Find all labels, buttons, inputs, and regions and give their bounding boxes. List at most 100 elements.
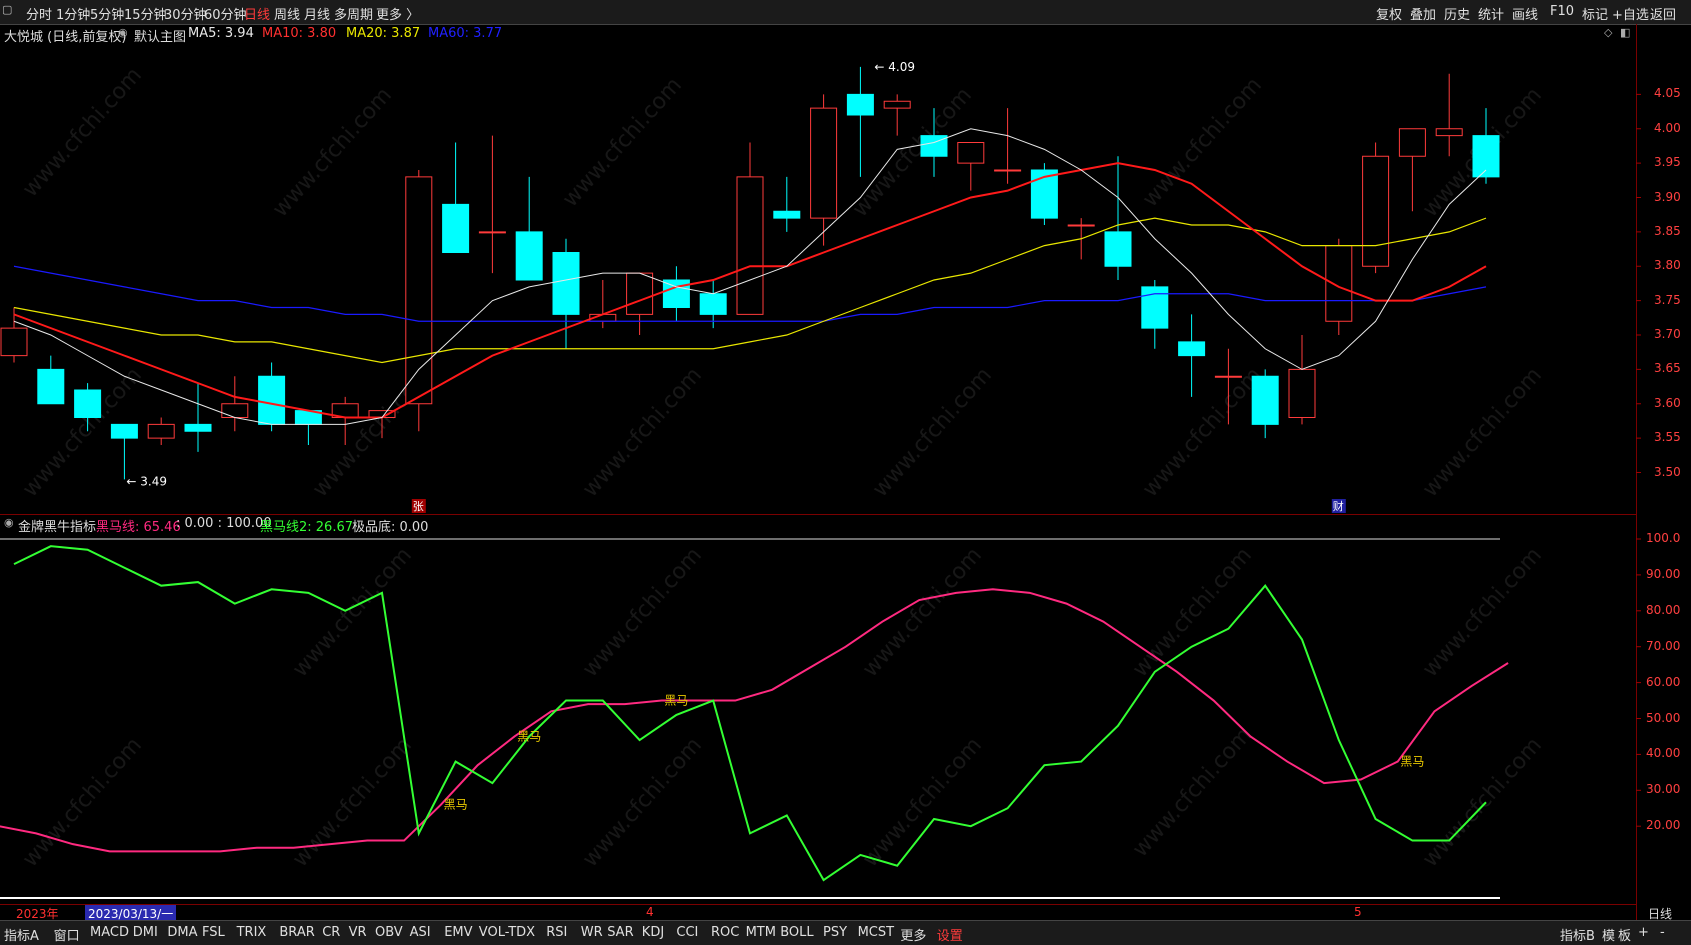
candle[interactable] xyxy=(1288,335,1316,425)
indicator-tab[interactable]: EMV xyxy=(444,925,472,940)
candle[interactable] xyxy=(147,417,175,446)
candle[interactable] xyxy=(515,176,543,281)
candle[interactable] xyxy=(74,383,102,432)
indicator-tab[interactable]: CCI xyxy=(676,925,698,940)
chart-canvas[interactable]: 黑马黑马黑马黑马← 4.09← 3.49张财 xyxy=(0,0,1691,944)
candle-body xyxy=(994,169,1022,172)
indicator-tab[interactable]: 窗口 xyxy=(54,925,80,944)
candle-body xyxy=(1288,368,1316,418)
indicator-tab[interactable]: SAR xyxy=(607,925,633,940)
indicator-tab[interactable]: OBV xyxy=(375,925,403,940)
ind-tick-label: 40.00 xyxy=(1646,746,1681,761)
indicator-tab[interactable]: BRAR xyxy=(279,925,314,940)
candle-body xyxy=(1141,286,1169,329)
candle[interactable] xyxy=(1472,108,1500,184)
indicator-tab[interactable]: MTM xyxy=(746,925,776,940)
candle-body xyxy=(184,423,212,432)
candle-body xyxy=(1362,155,1390,267)
candle[interactable] xyxy=(221,376,249,432)
price-tick-label: 3.90 xyxy=(1654,189,1681,204)
indicator-tab[interactable]: VR xyxy=(349,925,367,940)
candle[interactable] xyxy=(1398,128,1426,212)
template-button[interactable]: 指标B xyxy=(1560,925,1595,944)
candle-body xyxy=(147,423,175,439)
candle-body xyxy=(1067,224,1095,227)
price-tick-label: 3.95 xyxy=(1654,155,1681,170)
candle[interactable] xyxy=(37,355,65,405)
candle-body xyxy=(74,389,102,418)
candle[interactable] xyxy=(478,135,506,274)
signal-label: 黑马 xyxy=(1400,755,1424,769)
indicator-tab[interactable]: DMI xyxy=(133,925,158,940)
candle-body xyxy=(1214,375,1242,378)
ind-tick-label: 50.00 xyxy=(1646,710,1681,725)
price-tick-label: 3.80 xyxy=(1654,258,1681,273)
indicator-tab[interactable]: WR xyxy=(581,925,603,940)
indicator-tab[interactable]: RSI xyxy=(546,925,567,940)
indicator-tab[interactable]: ASI xyxy=(410,925,431,940)
candle[interactable] xyxy=(1141,280,1169,349)
candle[interactable] xyxy=(883,94,911,136)
candle[interactable] xyxy=(1362,142,1390,274)
candle[interactable] xyxy=(1435,73,1463,157)
candle-body xyxy=(1472,135,1500,178)
indicator-tab[interactable]: MACD xyxy=(90,925,129,940)
indicator-tab[interactable]: 设置 xyxy=(937,925,963,944)
candle[interactable] xyxy=(736,142,764,315)
candle[interactable] xyxy=(294,410,322,445)
ind-tick-label: 30.00 xyxy=(1646,782,1681,797)
candle[interactable] xyxy=(0,307,28,363)
candle[interactable] xyxy=(1178,314,1206,397)
candle[interactable] xyxy=(258,362,286,432)
indicator-tab[interactable]: MCST xyxy=(858,925,895,940)
price-tick-label: 3.55 xyxy=(1654,430,1681,445)
ind-tick-label: 60.00 xyxy=(1646,674,1681,689)
candle[interactable] xyxy=(662,266,690,322)
indicator-tab[interactable]: 更多 xyxy=(900,925,926,944)
template-button[interactable]: 板 xyxy=(1618,925,1631,944)
candle-body xyxy=(1435,128,1463,137)
price-tick-label: 3.60 xyxy=(1654,395,1681,410)
candle[interactable] xyxy=(442,142,470,253)
candle[interactable] xyxy=(368,410,396,439)
month-5-label: 5 xyxy=(1354,905,1362,919)
price-tick-label: 3.75 xyxy=(1654,292,1681,307)
candle-body xyxy=(1251,375,1279,425)
indicator-tab[interactable]: BOLL xyxy=(780,925,813,940)
candle[interactable] xyxy=(957,142,985,191)
indicator-tab[interactable]: ROC xyxy=(711,925,739,940)
indicator-tab[interactable]: CR xyxy=(322,925,340,940)
indicator-tab[interactable]: KDJ xyxy=(642,925,664,940)
indicator-tab[interactable]: 指标A xyxy=(4,925,39,944)
price-tick-label: 3.65 xyxy=(1654,361,1681,376)
price-tick-label: 3.70 xyxy=(1654,327,1681,341)
candle[interactable] xyxy=(994,108,1022,184)
candle-body xyxy=(37,368,65,405)
indicator-tab[interactable]: VOL-TDX xyxy=(479,925,535,940)
candle[interactable] xyxy=(1214,348,1242,425)
candle[interactable] xyxy=(1104,156,1132,280)
indicator-tab[interactable]: TRIX xyxy=(237,925,267,940)
template-button[interactable]: 模 xyxy=(1602,925,1615,944)
zhang-text: 张 xyxy=(413,500,424,513)
candle[interactable] xyxy=(1030,163,1058,225)
candle-body xyxy=(515,231,543,281)
signal-label: 黑马 xyxy=(664,694,688,708)
candle[interactable] xyxy=(1251,369,1279,439)
price-tick-label: 4.00 xyxy=(1654,120,1681,135)
high-label: ← 4.09 xyxy=(874,60,915,74)
ind-tick-label: 90.00 xyxy=(1646,566,1681,581)
candle[interactable] xyxy=(773,176,801,232)
indicator-tab[interactable]: FSL xyxy=(202,925,225,940)
indicator-tab[interactable]: DMA xyxy=(167,925,197,940)
candle[interactable] xyxy=(184,383,212,452)
candle-body xyxy=(846,93,874,116)
candle[interactable] xyxy=(110,423,138,480)
ind-tick-label: 20.00 xyxy=(1646,818,1681,833)
template-button[interactable]: - xyxy=(1660,925,1665,940)
candle-body xyxy=(110,423,138,439)
candle[interactable] xyxy=(846,66,874,177)
indicator-tab[interactable]: PSY xyxy=(823,925,847,940)
template-button[interactable]: + xyxy=(1638,925,1649,940)
candle[interactable] xyxy=(331,396,359,445)
